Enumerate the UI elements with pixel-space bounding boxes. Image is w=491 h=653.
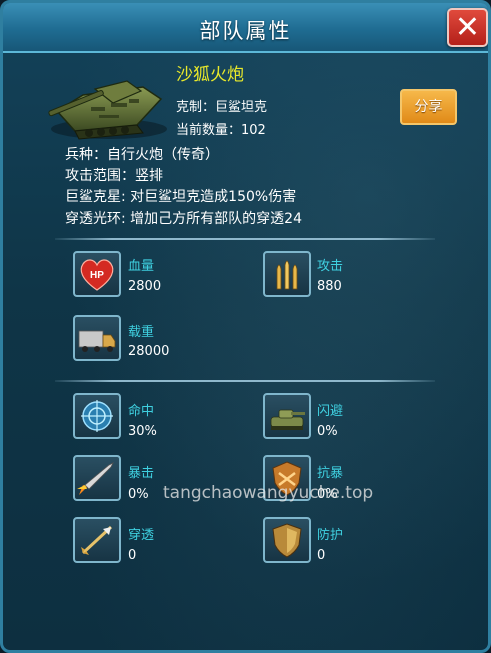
stat-value-defense: 0	[317, 548, 326, 563]
unit-type-text: 兵种：自行火炮（传奇）	[65, 147, 219, 163]
stat-label-hit: 命中	[128, 404, 155, 419]
page-title: 部队属性	[199, 19, 292, 43]
missile-crit-icon	[73, 455, 121, 501]
stat-label-attack: 攻击	[317, 259, 344, 274]
share-button[interactable]: 分享	[400, 89, 457, 125]
skill-pierce-aura-text: 穿透光环: 增加己方所有部队的穿透24	[65, 211, 302, 227]
unit-name: 沙狐火炮	[176, 65, 244, 85]
attack-range-text: 攻击范围：竖排	[65, 168, 163, 184]
stat-value-load: 28000	[128, 344, 170, 359]
bullets-icon	[263, 251, 311, 297]
stat-label-hp: 血量	[128, 259, 155, 274]
stat-value-pierce: 0	[128, 548, 137, 563]
tank-dodge-icon	[263, 393, 311, 439]
divider	[55, 380, 435, 382]
stat-value-crit: 0%	[128, 487, 149, 502]
arrow-pierce-icon	[73, 517, 121, 563]
close-icon: ✕	[454, 10, 481, 45]
stat-label-load: 载重	[128, 325, 155, 340]
svg-text:HP: HP	[90, 270, 104, 281]
stat-label-pierce: 穿透	[128, 528, 155, 543]
stat-label-defense: 防护	[317, 528, 344, 543]
stat-value-attack: 880	[317, 279, 342, 294]
close-button[interactable]: ✕	[447, 8, 488, 47]
unit-attributes-panel: 部队属性 ✕ 沙狐火炮 克制：巨鲨坦克 当前数量：102 分享 兵种：自行火炮（…	[0, 0, 491, 653]
stat-label-crit-resist: 抗暴	[317, 466, 344, 481]
unit-count-text: 当前数量：102	[176, 123, 266, 138]
stat-value-hit: 30%	[128, 424, 157, 439]
stat-label-crit: 暴击	[128, 466, 155, 481]
stat-value-hp: 2800	[128, 279, 162, 294]
armor-shield-icon	[263, 517, 311, 563]
unit-counter-text: 克制：巨鲨坦克	[176, 100, 268, 115]
divider	[55, 238, 435, 240]
hp-heart-icon: HP	[73, 251, 121, 297]
tank-icon	[48, 80, 167, 140]
skill-shark-bane-text: 巨鲨克星: 对巨鲨坦克造成150%伤害	[65, 189, 297, 205]
stat-value-dodge: 0%	[317, 424, 338, 439]
truck-icon	[73, 315, 121, 361]
stat-label-dodge: 闪避	[317, 404, 344, 419]
title-bar: 部队属性 ✕	[3, 3, 488, 53]
watermark-text: tangchaowangyuche.top	[163, 483, 374, 503]
crosshair-icon	[73, 393, 121, 439]
